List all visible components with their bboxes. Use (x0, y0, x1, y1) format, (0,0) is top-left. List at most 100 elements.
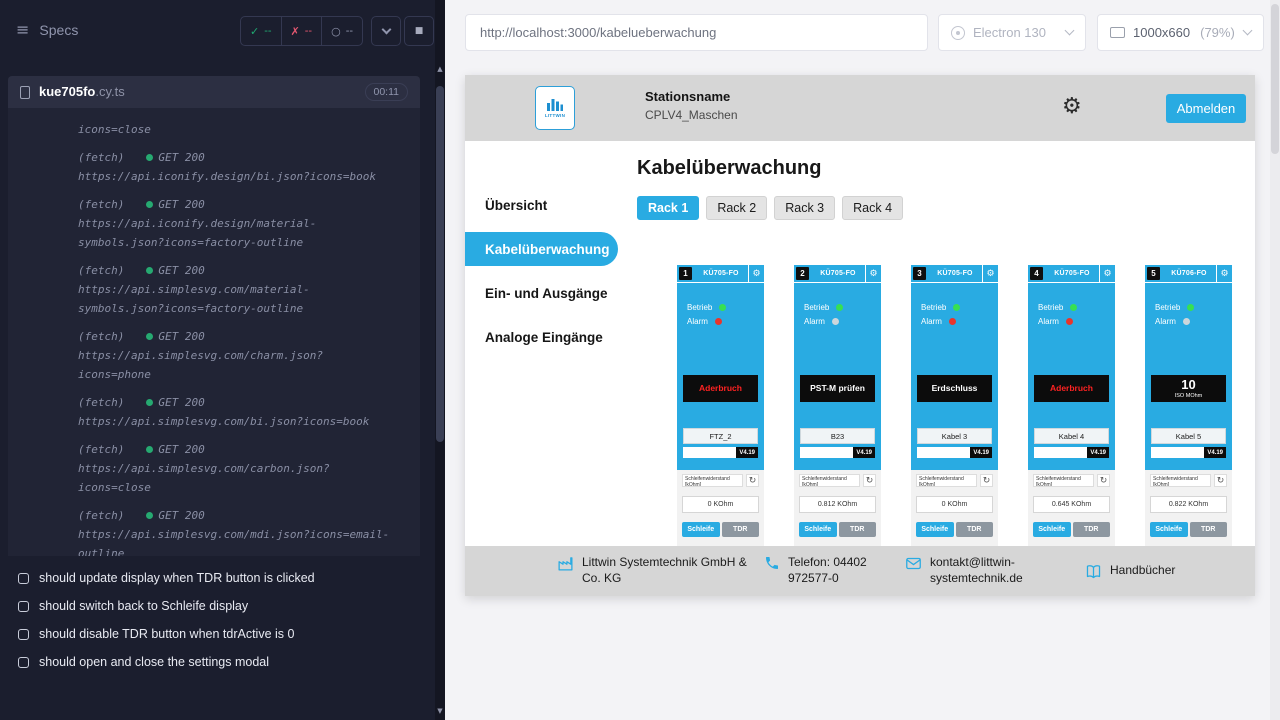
measurement-value: 0.822 KOhm (1150, 496, 1227, 513)
footer-email[interactable]: kontakt@littwin-systemtechnik.de (905, 555, 1085, 586)
version-label: V4.19 (736, 447, 758, 458)
specs-menu-icon[interactable]: ≡ (16, 20, 29, 39)
cable-name-field[interactable]: B23 (800, 428, 875, 444)
measurement-label: Schleifenwiderstand [kOhm] (1150, 474, 1211, 487)
app-sidebar: Übersicht Kabelüberwachung Ein- und Ausg… (465, 141, 618, 546)
cable-name-field[interactable]: Kabel 4 (1034, 428, 1109, 444)
stat-failed[interactable]: ✗-- (281, 17, 322, 45)
schleife-button[interactable]: Schleife (916, 522, 954, 537)
check-icon: ✓ (250, 25, 259, 38)
card-gear-icon[interactable]: ⚙ (982, 265, 998, 282)
status-dot (146, 399, 153, 406)
scroll-down-icon[interactable]: ▼ (435, 704, 445, 718)
refresh-icon[interactable]: ↻ (863, 474, 876, 487)
stop-button[interactable]: ■ (404, 16, 434, 46)
log-entry[interactable]: (fetch)GET 200 https://api.simplesvg.com… (78, 440, 406, 497)
device-cards: 1 KÜ705-FO ⚙ Betrieb Alarm Aderbruch FTZ… (677, 265, 1255, 565)
log-entry[interactable]: (fetch)GET 200 https://api.simplesvg.com… (78, 261, 406, 318)
test-item[interactable]: should disable TDR button when tdrActive… (0, 620, 435, 648)
chevron-down-icon (1065, 26, 1075, 36)
schleife-button[interactable]: Schleife (799, 522, 837, 537)
card-header: 3 KÜ705-FO ⚙ (911, 265, 998, 283)
version-label: V4.19 (853, 447, 875, 458)
spec-file-row[interactable]: kue705fo.cy.ts 00:11 (8, 76, 420, 108)
log-entry[interactable]: (fetch)GET 200 https://api.iconify.desig… (78, 148, 406, 186)
tdr-button[interactable]: TDR (722, 522, 760, 537)
card-number-badge: 3 (913, 267, 926, 280)
schleife-button[interactable]: Schleife (1150, 522, 1188, 537)
betrieb-indicator: Betrieb (687, 303, 726, 312)
log-entry[interactable]: (fetch)GET 200 https://api.simplesvg.com… (78, 506, 406, 556)
collapse-button[interactable] (371, 16, 401, 46)
scrollbar-thumb[interactable] (1271, 4, 1279, 154)
tdr-button[interactable]: TDR (956, 522, 994, 537)
scrollbar-thumb[interactable] (436, 86, 444, 442)
refresh-icon[interactable]: ↻ (980, 474, 993, 487)
measurement-value: 0 KOhm (916, 496, 993, 513)
viewport-select[interactable]: 1000x660 (79%) (1097, 14, 1264, 51)
spec-file-name: kue705fo (39, 84, 95, 99)
alarm-indicator: Alarm (804, 317, 839, 326)
card-gear-icon[interactable]: ⚙ (1099, 265, 1115, 282)
betrieb-led (719, 304, 726, 311)
logout-button[interactable]: Abmelden (1166, 94, 1246, 123)
sidebar-item-kabelueberwachung[interactable]: Kabelüberwachung (465, 232, 618, 266)
schleife-button[interactable]: Schleife (1033, 522, 1071, 537)
station-label: Stationsname (645, 89, 738, 104)
version-label: V4.19 (1204, 447, 1226, 458)
device-card-2: 2 KÜ705-FO ⚙ Betrieb Alarm PST-M prüfen … (794, 265, 881, 565)
stat-pending[interactable]: ○-- (321, 17, 362, 45)
settings-gear-icon[interactable]: ⚙ (1062, 94, 1082, 119)
footer-handbuecher[interactable]: Handbücher (1085, 563, 1175, 580)
tab-rack-2[interactable]: Rack 2 (706, 196, 767, 220)
test-box-icon (18, 657, 29, 668)
page-scrollbar[interactable] (1270, 0, 1280, 720)
sidebar-item-ein-und-ausgaenge[interactable]: Ein- und Ausgänge (465, 276, 618, 310)
cable-name-field[interactable]: Kabel 3 (917, 428, 992, 444)
tdr-button[interactable]: TDR (839, 522, 877, 537)
refresh-icon[interactable]: ↻ (1214, 474, 1227, 487)
url-input[interactable]: http://localhost:3000/kabelueberwachung (465, 14, 928, 51)
specs-title[interactable]: ≡ Specs (16, 20, 78, 39)
schleife-button[interactable]: Schleife (682, 522, 720, 537)
spec-file-icon (20, 86, 30, 99)
log-entry[interactable]: (fetch)GET 200 https://api.simplesvg.com… (78, 393, 406, 431)
tdr-button[interactable]: TDR (1190, 522, 1228, 537)
littwin-logo: LITTWIN (535, 86, 575, 130)
sidebar-item-uebersicht[interactable]: Übersicht (465, 188, 618, 222)
pending-icon: ○ (331, 25, 341, 38)
tab-rack-3[interactable]: Rack 3 (774, 196, 835, 220)
status-display: PST-M prüfen (800, 375, 875, 402)
cable-name-field[interactable]: Kabel 5 (1151, 428, 1226, 444)
cable-name-field[interactable]: FTZ_2 (683, 428, 758, 444)
version-row: V4.19 (1034, 447, 1109, 458)
test-box-icon (18, 629, 29, 640)
test-item[interactable]: should open and close the settings modal (0, 648, 435, 676)
device-card-4: 4 KÜ705-FO ⚙ Betrieb Alarm Aderbruch Kab… (1028, 265, 1115, 565)
email-icon (905, 555, 922, 572)
command-log: icons=close (fetch)GET 200 https://api.i… (8, 108, 420, 556)
tab-rack-1[interactable]: Rack 1 (637, 196, 699, 220)
card-header: 4 KÜ705-FO ⚙ (1028, 265, 1115, 283)
test-item[interactable]: should switch back to Schleife display (0, 592, 435, 620)
version-bar (683, 447, 736, 458)
device-card-5: 5 KÜ706-FO ⚙ Betrieb Alarm 10ISO MOhm Ka… (1145, 265, 1232, 565)
card-gear-icon[interactable]: ⚙ (865, 265, 881, 282)
refresh-icon[interactable]: ↻ (1097, 474, 1110, 487)
tdr-button[interactable]: TDR (1073, 522, 1111, 537)
sidebar-item-analoge-eingaenge[interactable]: Analoge Eingänge (465, 320, 618, 354)
log-entry[interactable]: (fetch)GET 200 https://api.simplesvg.com… (78, 327, 406, 384)
refresh-icon[interactable]: ↻ (746, 474, 759, 487)
tab-rack-4[interactable]: Rack 4 (842, 196, 903, 220)
test-item[interactable]: should update display when TDR button is… (0, 564, 435, 592)
reporter-scrollbar[interactable]: ▲ ▼ (435, 0, 445, 720)
log-entry[interactable]: (fetch)GET 200 https://api.iconify.desig… (78, 195, 406, 252)
card-gear-icon[interactable]: ⚙ (748, 265, 764, 282)
card-gear-icon[interactable]: ⚙ (1216, 265, 1232, 282)
stat-passed[interactable]: ✓-- (241, 17, 281, 45)
browser-select[interactable]: Electron 130 (938, 14, 1086, 51)
scroll-up-icon[interactable]: ▲ (435, 62, 445, 76)
card-number-badge: 1 (679, 267, 692, 280)
test-stats[interactable]: ✓-- ✗-- ○-- (240, 16, 363, 46)
betrieb-indicator: Betrieb (804, 303, 843, 312)
